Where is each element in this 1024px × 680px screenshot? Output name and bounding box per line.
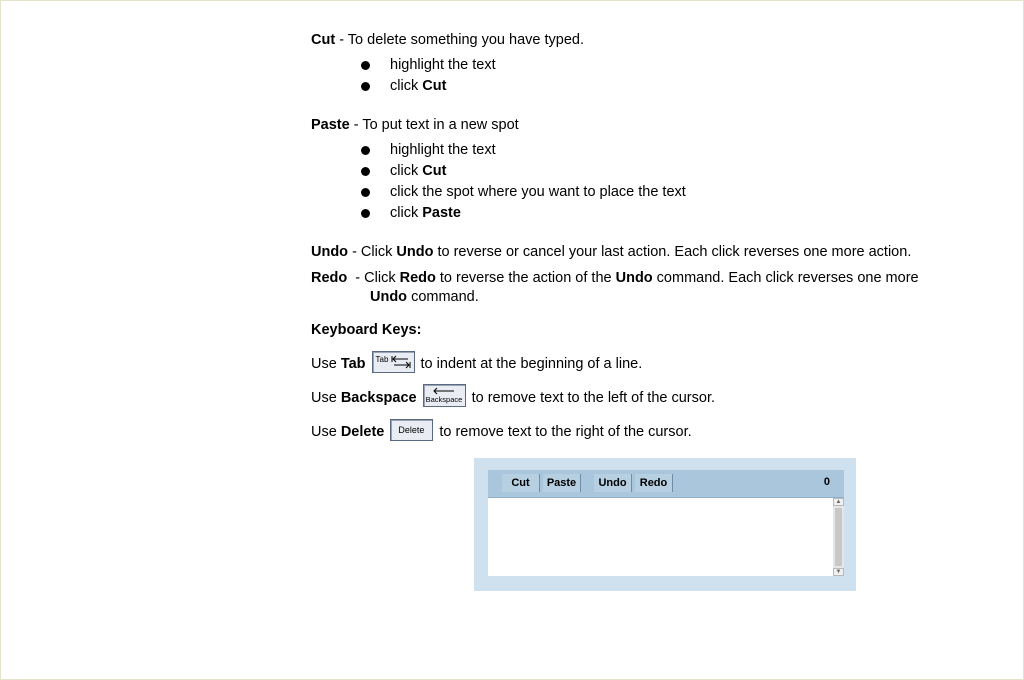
bullet-icon	[361, 82, 370, 91]
paste-text: - To put text in a new spot	[349, 117, 519, 133]
bullet-icon	[361, 209, 370, 218]
bullet-icon	[361, 61, 370, 70]
bullet-icon	[361, 167, 370, 176]
redo-heading: Redo	[311, 270, 348, 286]
editor-toolbar: Cut Paste Undo Redo 0	[488, 470, 844, 498]
list-item: click Cut	[311, 161, 686, 182]
tab-key-icon: Tab	[371, 351, 415, 373]
text-editor-widget: Cut Paste Undo Redo 0 ▲ ▼	[474, 458, 856, 591]
cut-steps-list: highlight the text click Cut	[311, 55, 496, 97]
scroll-track[interactable]	[835, 508, 842, 566]
paste-description: Paste - To put text in a new spot	[311, 117, 519, 134]
paste-heading: Paste	[311, 117, 350, 133]
list-item: highlight the text	[311, 55, 496, 76]
paste-steps-list: highlight the text click Cut click the s…	[311, 140, 686, 224]
cut-button[interactable]: Cut	[502, 474, 540, 492]
scroll-up-icon[interactable]: ▲	[833, 498, 844, 506]
backspace-key-icon: Backspace	[422, 384, 466, 407]
list-item: click the spot where you want to place t…	[311, 182, 686, 203]
character-count: 0	[823, 476, 830, 488]
cut-heading: Cut	[311, 32, 336, 48]
redo-description: Redo - Click Redo to reverse the action …	[311, 270, 919, 286]
editor-scrollbar[interactable]: ▲ ▼	[833, 498, 844, 576]
undo-heading: Undo	[311, 244, 349, 260]
editor-text-area[interactable]	[488, 498, 833, 576]
redo-description-continued: Undo command.	[370, 289, 479, 305]
redo-button[interactable]: Redo	[635, 474, 673, 492]
cut-description: Cut - To delete something you have typed…	[311, 32, 584, 49]
undo-button[interactable]: Undo	[594, 474, 632, 492]
delete-key-icon: Delete	[390, 419, 434, 441]
cut-text: - To delete something you have typed.	[335, 32, 584, 48]
backspace-key-line: Use Backspace Backspace to remove text t…	[311, 381, 715, 407]
scroll-down-icon[interactable]: ▼	[833, 568, 844, 576]
bullet-icon	[361, 188, 370, 197]
bullet-icon	[361, 146, 370, 155]
undo-description: Undo - Click Undo to reverse or cancel y…	[311, 244, 912, 260]
paste-button[interactable]: Paste	[543, 474, 581, 492]
keyboard-keys-heading: Keyboard Keys:	[311, 322, 422, 338]
list-item: click Cut	[311, 76, 496, 97]
delete-key-line: Use Delete Delete to remove text to the …	[311, 415, 692, 441]
list-item: click Paste	[311, 203, 686, 224]
list-item: highlight the text	[311, 140, 686, 161]
tab-key-line: Use Tab Tab to indent at the beginning o…	[311, 347, 642, 373]
